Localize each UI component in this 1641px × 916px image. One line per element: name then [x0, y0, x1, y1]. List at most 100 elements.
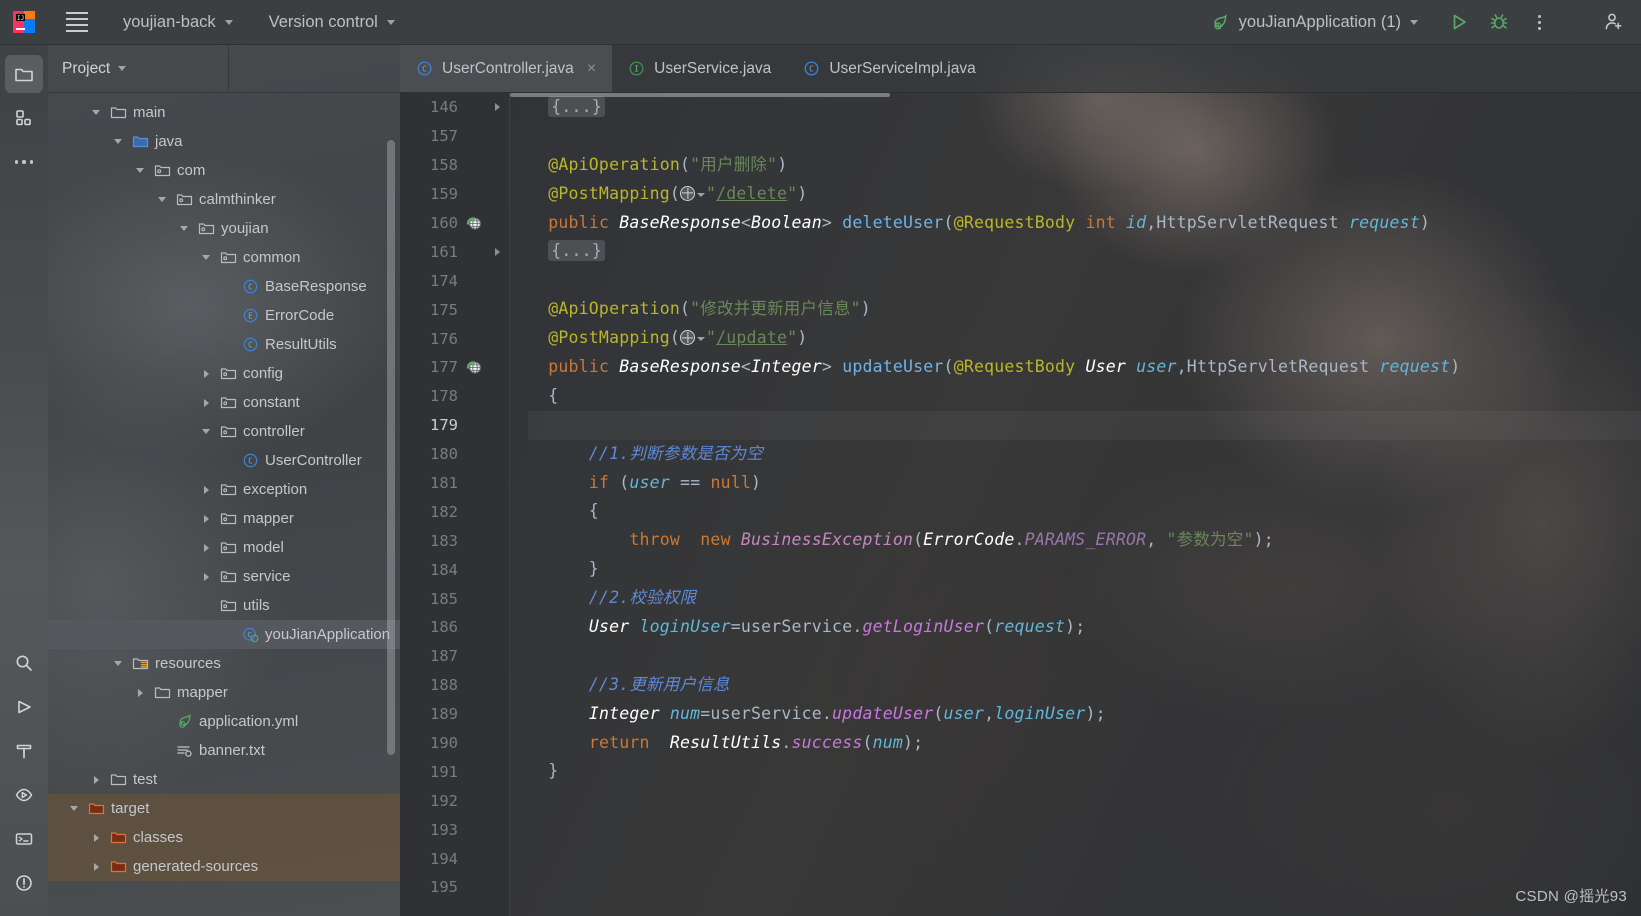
gutter-row[interactable]: 185 — [400, 584, 509, 613]
chevron-right-icon[interactable] — [86, 775, 106, 784]
tree-node-application-yml[interactable]: application.yml — [48, 707, 400, 736]
debug-button[interactable] — [1481, 6, 1517, 38]
tree-node-usercontroller[interactable]: C UserController — [48, 446, 400, 475]
code-line[interactable]: Integer num=userService.updateUser(user,… — [528, 700, 1641, 729]
tree-node-exception[interactable]: exception — [48, 475, 400, 504]
gutter-row[interactable]: 175 — [400, 295, 509, 324]
code-line[interactable]: @ApiOperation("修改并更新用户信息") — [528, 295, 1641, 324]
code-line[interactable]: public BaseResponse<Boolean> deleteUser(… — [528, 209, 1641, 238]
gutter-row[interactable]: 178 — [400, 382, 509, 411]
code-line[interactable] — [528, 266, 1641, 295]
chevron-right-icon[interactable] — [196, 369, 216, 378]
gutter-row[interactable]: 190 — [400, 729, 509, 758]
project-tree[interactable]: main java com calmthinker youjian common C Base… — [48, 93, 400, 881]
chevron-down-icon[interactable] — [130, 168, 150, 173]
code-line[interactable] — [528, 815, 1641, 844]
code-line[interactable]: throw new BusinessException(ErrorCode.PA… — [528, 526, 1641, 555]
code-fold-expand-icon[interactable] — [486, 247, 508, 256]
tree-node-test[interactable]: test — [48, 765, 400, 794]
gutter-row[interactable]: 180 — [400, 440, 509, 469]
gutter-row[interactable]: 177 — [400, 353, 509, 382]
tree-node-generated-sources[interactable]: generated-sources — [48, 852, 400, 881]
code-line[interactable]: return ResultUtils.success(num); — [528, 729, 1641, 758]
chevron-down-icon[interactable] — [108, 661, 128, 666]
code-line[interactable]: //3.更新用户信息 — [528, 671, 1641, 700]
search-everywhere-button[interactable] — [5, 644, 43, 682]
code-line[interactable]: { — [528, 382, 1641, 411]
code-line[interactable]: public BaseResponse<Integer> updateUser(… — [528, 353, 1641, 382]
tree-node-mapper[interactable]: mapper — [48, 504, 400, 533]
web-icon[interactable] — [680, 184, 706, 203]
tree-node-youjian[interactable]: youjian — [48, 214, 400, 243]
more-tool-windows-button[interactable] — [5, 143, 43, 181]
tree-node-errorcode[interactable]: E ErrorCode — [48, 301, 400, 330]
gutter-row[interactable]: 157 — [400, 122, 509, 151]
chevron-down-icon[interactable] — [152, 197, 172, 202]
editor-tab-usercontroller[interactable]: C UserController.java × — [400, 45, 613, 92]
services-tool-window-button[interactable] — [5, 776, 43, 814]
web-endpoint-gutter-icon[interactable] — [462, 359, 486, 376]
gutter-row[interactable]: 188 — [400, 671, 509, 700]
gutter-row[interactable]: 194 — [400, 844, 509, 873]
gutter-row[interactable]: 176 — [400, 324, 509, 353]
tree-node-config[interactable]: config — [48, 359, 400, 388]
build-tool-window-button[interactable] — [5, 732, 43, 770]
gutter-row[interactable]: 186 — [400, 613, 509, 642]
code-line[interactable]: //1.判断参数是否为空 — [528, 440, 1641, 469]
gutter-row[interactable]: 181 — [400, 469, 509, 498]
chevron-down-icon[interactable] — [196, 255, 216, 260]
tree-node-youjianapplication[interactable]: CyouJianApplication — [48, 620, 400, 649]
chevron-right-icon[interactable] — [196, 485, 216, 494]
code-line[interactable]: @ApiOperation("用户删除") — [528, 151, 1641, 180]
chevron-down-icon[interactable] — [108, 139, 128, 144]
gutter-row[interactable]: 182 — [400, 497, 509, 526]
account-button[interactable] — [1595, 6, 1631, 38]
tree-node-mapper[interactable]: mapper — [48, 678, 400, 707]
tree-node-constant[interactable]: constant — [48, 388, 400, 417]
editor-gutter[interactable]: 146 157 158 159 160 161 174 175 176 177 178 179 180 1… — [400, 93, 510, 916]
code-line[interactable]: {...} — [528, 93, 1641, 122]
code-line[interactable]: } — [528, 555, 1641, 584]
chevron-down-icon[interactable] — [86, 110, 106, 115]
tree-node-resources[interactable]: resources — [48, 649, 400, 678]
tree-node-baseresponse[interactable]: C BaseResponse — [48, 272, 400, 301]
more-actions-button[interactable] — [1521, 6, 1557, 38]
project-view-selector[interactable]: Project — [48, 60, 127, 78]
code-content[interactable]: {...} @ApiOperation("用户删除") @PostMapping… — [510, 93, 1641, 916]
terminal-tool-window-button[interactable] — [5, 820, 43, 858]
gutter-row[interactable]: 179 — [400, 411, 509, 440]
gutter-row[interactable]: 189 — [400, 700, 509, 729]
editor-tab-userserviceimpl[interactable]: C UserServiceImpl.java — [787, 45, 991, 92]
tree-node-main[interactable]: main — [48, 98, 400, 127]
main-menu-button[interactable] — [54, 12, 100, 32]
web-endpoint-gutter-icon[interactable] — [462, 215, 486, 232]
editor-horizontal-scrollbar[interactable] — [510, 93, 890, 97]
code-line[interactable]: { — [528, 497, 1641, 526]
gutter-row[interactable]: 195 — [400, 873, 509, 902]
code-line[interactable] — [528, 786, 1641, 815]
code-line[interactable]: } — [528, 757, 1641, 786]
chevron-right-icon[interactable] — [86, 833, 106, 842]
code-line[interactable] — [528, 844, 1641, 873]
gutter-row[interactable]: 192 — [400, 786, 509, 815]
gutter-row[interactable]: 159 — [400, 180, 509, 209]
editor-tab-bar[interactable]: C UserController.java × I UserService.java C U… — [400, 45, 1641, 93]
code-line[interactable]: if (user == null) — [528, 469, 1641, 498]
code-line[interactable]: //2.校验权限 — [528, 584, 1641, 613]
code-line[interactable]: User loginUser=userService.getLoginUser(… — [528, 613, 1641, 642]
tree-node-banner-txt[interactable]: banner.txt — [48, 736, 400, 765]
run-configuration-selector[interactable]: youJianApplication (1) — [1202, 9, 1427, 36]
chevron-down-icon[interactable] — [196, 429, 216, 434]
chevron-right-icon[interactable] — [196, 514, 216, 523]
gutter-row[interactable]: 174 — [400, 266, 509, 295]
gutter-row[interactable]: 191 — [400, 757, 509, 786]
project-tool-window-button[interactable] — [5, 55, 43, 93]
chevron-right-icon[interactable] — [196, 572, 216, 581]
chevron-down-icon[interactable] — [174, 226, 194, 231]
chevron-right-icon[interactable] — [196, 398, 216, 407]
code-line[interactable] — [528, 873, 1641, 902]
chevron-right-icon[interactable] — [130, 688, 150, 697]
tree-node-com[interactable]: com — [48, 156, 400, 185]
code-line[interactable] — [528, 122, 1641, 151]
gutter-row[interactable]: 158 — [400, 151, 509, 180]
